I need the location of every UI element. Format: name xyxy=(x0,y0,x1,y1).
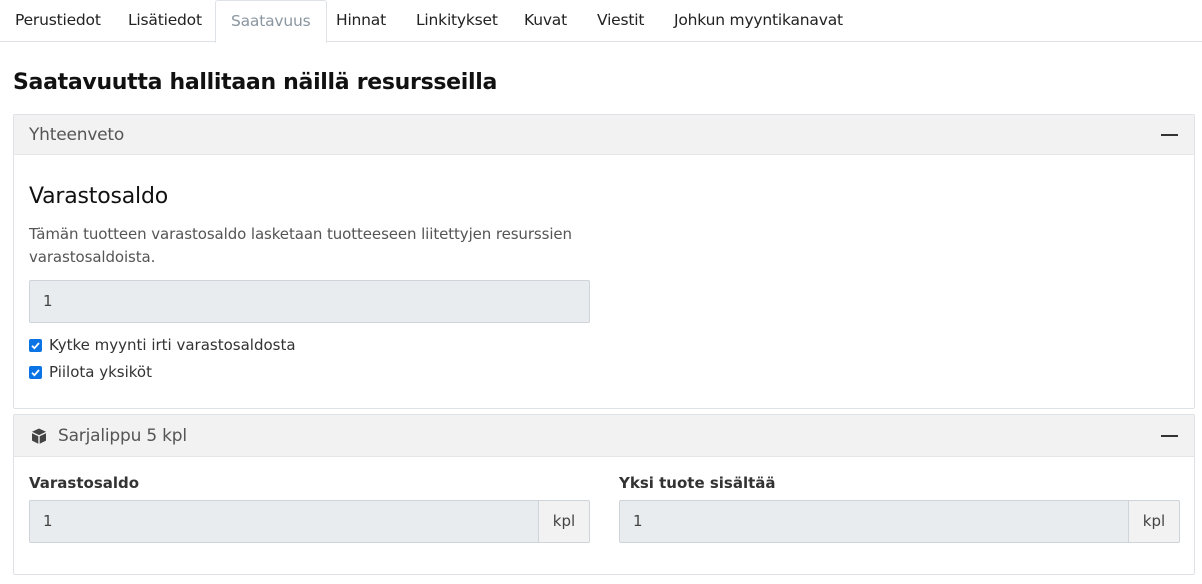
hide-units-checkbox-row[interactable]: Piilota yksiköt xyxy=(29,362,152,382)
tab-johkun-myyntikanavat[interactable]: Johkun myyntikanavat xyxy=(659,0,858,42)
hide-units-label: Piilota yksiköt xyxy=(49,363,152,381)
decouple-sales-checkbox-row[interactable]: Kytke myynti irti varastosaldosta xyxy=(29,335,296,355)
summary-panel-header[interactable]: Yhteenveto xyxy=(14,115,1194,155)
decouple-sales-checkbox[interactable] xyxy=(29,338,42,352)
tab-bar: Perustiedot Lisätiedot Saatavuus Hinnat … xyxy=(0,0,1202,43)
contains-label: Yksi tuote sisältää xyxy=(619,474,776,492)
contains-field[interactable]: 1 xyxy=(619,500,1129,543)
resource-panel: Sarjalippu 5 kpl Varastosaldo 1 kpl Yksi… xyxy=(13,414,1195,575)
resource-stock-label: Varastosaldo xyxy=(29,474,140,492)
collapse-icon[interactable] xyxy=(1161,435,1178,437)
stock-field[interactable]: 1 xyxy=(29,280,590,323)
tab-lisatiedot[interactable]: Lisätiedot xyxy=(113,0,217,42)
tab-perustiedot[interactable]: Perustiedot xyxy=(0,0,116,42)
tab-kuvat[interactable]: Kuvat xyxy=(509,0,582,42)
collapse-icon[interactable] xyxy=(1161,134,1178,136)
summary-panel: Yhteenveto Varastosaldo Tämän tuotteen v… xyxy=(13,114,1195,409)
resource-panel-title: Sarjalippu 5 kpl xyxy=(58,426,187,446)
resource-stock-field[interactable]: 1 xyxy=(29,500,539,543)
section-heading: Varastosaldo xyxy=(29,184,168,209)
summary-panel-title: Yhteenveto xyxy=(29,125,125,145)
box-icon xyxy=(32,428,46,444)
resource-stock-unit: kpl xyxy=(538,500,590,543)
page-title: Saatavuutta hallitaan näillä resursseill… xyxy=(13,70,498,95)
tab-linkitykset[interactable]: Linkitykset xyxy=(401,0,513,42)
tab-saatavuus[interactable]: Saatavuus xyxy=(215,0,327,43)
resource-panel-header[interactable]: Sarjalippu 5 kpl xyxy=(14,415,1194,457)
tab-viestit[interactable]: Viestit xyxy=(582,0,659,42)
tab-hinnat[interactable]: Hinnat xyxy=(321,0,401,42)
contains-unit: kpl xyxy=(1128,500,1180,543)
decouple-sales-label: Kytke myynti irti varastosaldosta xyxy=(49,336,296,354)
hide-units-checkbox[interactable] xyxy=(29,365,42,379)
stock-description: Tämän tuotteen varastosaldo lasketaan tu… xyxy=(29,225,572,266)
